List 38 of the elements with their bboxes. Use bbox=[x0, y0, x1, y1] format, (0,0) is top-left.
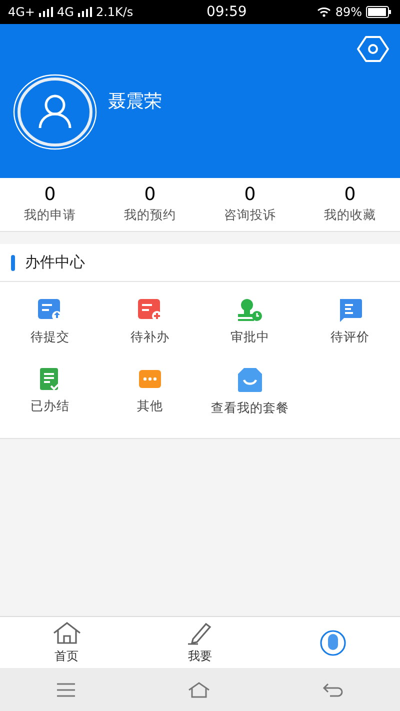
home-icon bbox=[52, 620, 82, 644]
shopping-bag-icon bbox=[235, 367, 265, 393]
tab[interactable]: 我要 bbox=[133, 617, 267, 668]
stat-item[interactable]: 0 我的预约 bbox=[100, 178, 200, 231]
clock: 09:59 bbox=[205, 2, 248, 22]
service-item[interactable]: 审批中 bbox=[200, 292, 300, 361]
settings-icon bbox=[356, 34, 390, 64]
stat-item[interactable]: 0 咨询投诉 bbox=[200, 178, 300, 231]
avatar-icon[interactable] bbox=[13, 74, 97, 150]
document-add-icon bbox=[137, 298, 163, 322]
section-title: 办件中心 bbox=[25, 252, 85, 274]
service-item[interactable]: 其他 bbox=[100, 361, 200, 430]
network-label: 4G+ bbox=[8, 4, 35, 21]
stamp-clock-icon bbox=[237, 298, 263, 322]
chat-bubble-icon bbox=[337, 298, 363, 322]
settings-button[interactable] bbox=[356, 34, 390, 64]
wifi-icon bbox=[317, 7, 332, 17]
accent-bar bbox=[11, 254, 15, 270]
stat-item[interactable]: 0 我的收藏 bbox=[300, 178, 400, 231]
back-icon[interactable] bbox=[322, 682, 344, 698]
menu-icon[interactable] bbox=[56, 682, 76, 696]
tab[interactable]: 首页 bbox=[0, 617, 134, 668]
service-item[interactable]: 待补办 bbox=[100, 292, 200, 361]
more-icon bbox=[137, 367, 163, 391]
stat-item[interactable]: 0 我的申请 bbox=[0, 178, 100, 231]
signal-icon bbox=[78, 7, 92, 17]
home-icon[interactable] bbox=[188, 682, 210, 698]
speed-label: 2.1K/s bbox=[96, 4, 134, 21]
network-label: 4G bbox=[57, 4, 74, 21]
battery-icon bbox=[366, 6, 392, 18]
battery-label: 89% bbox=[335, 4, 362, 21]
user-name: 聂震荣 bbox=[108, 90, 162, 114]
document-upload-icon bbox=[37, 298, 63, 322]
service-item[interactable]: 查看我的套餐 bbox=[200, 361, 300, 430]
signal-icon bbox=[39, 7, 53, 17]
service-item[interactable]: 待提交 bbox=[0, 292, 100, 361]
service-item[interactable]: 已办结 bbox=[0, 361, 100, 430]
service-item[interactable]: 待评价 bbox=[300, 292, 400, 361]
